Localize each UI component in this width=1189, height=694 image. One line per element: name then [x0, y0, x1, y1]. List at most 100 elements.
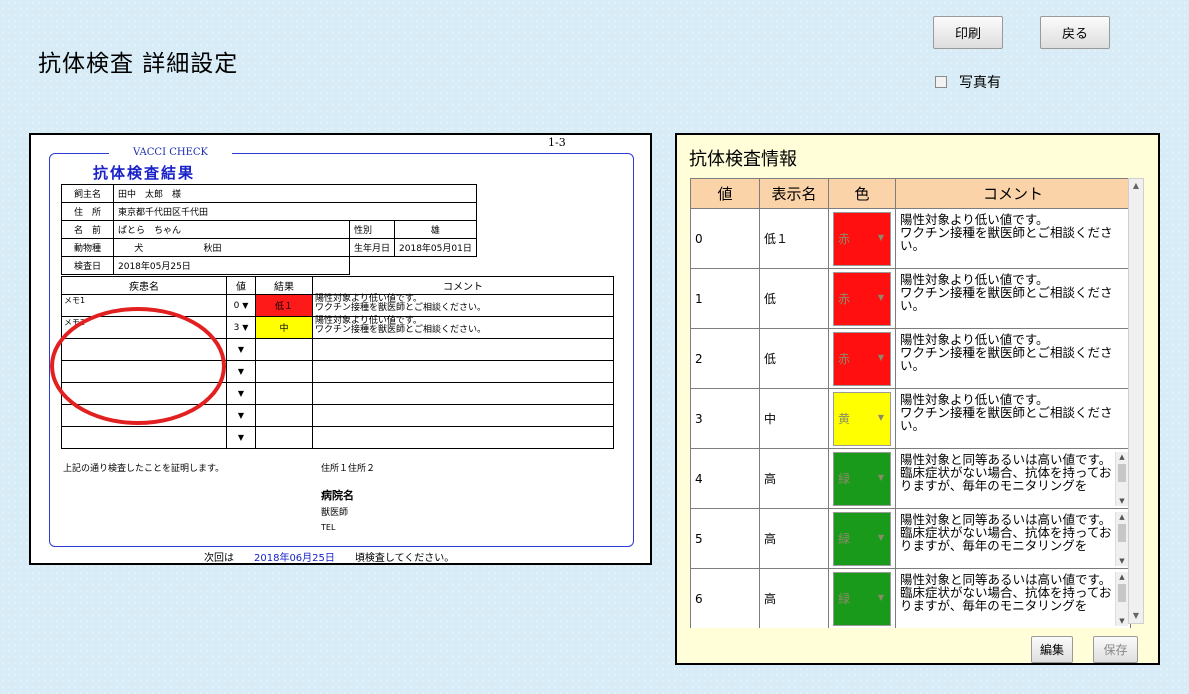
- exam-date-label: 検査日: [61, 256, 114, 275]
- color-cell: 緑 ▼: [828, 568, 896, 628]
- back-button[interactable]: 戻る: [1040, 16, 1110, 49]
- comment-text: 陽性対象と同等あるいは高い値です。 臨床症状がない場合、抗体を持っておりますが、…: [900, 511, 1112, 553]
- color-select[interactable]: 赤 ▼: [833, 271, 891, 326]
- hospital-name: 病院名: [321, 489, 354, 502]
- scroll-down-icon[interactable]: ▼: [1129, 609, 1143, 623]
- color-select[interactable]: 黄 ▼: [833, 391, 891, 446]
- result-text: 低１: [274, 302, 293, 312]
- value-select[interactable]: 3 ▼: [226, 316, 256, 339]
- scroll-thumb[interactable]: [1118, 523, 1126, 542]
- value-select[interactable]: ▼: [226, 382, 256, 405]
- info-row: 1 低赤 ▼ 陽性対象より低い値です。 ワクチン接種を獣医師とご相談ください。: [690, 268, 1131, 329]
- info-table-scrollbar[interactable]: ▲ ▼: [1128, 178, 1144, 624]
- value-cell[interactable]: 3: [690, 388, 760, 449]
- photo-label: 写真有: [959, 75, 1001, 91]
- comment-cell: [312, 382, 614, 405]
- value-cell[interactable]: 1: [690, 268, 760, 329]
- scroll-up-icon[interactable]: ▲: [1129, 179, 1143, 193]
- comment-cell: 陽性対象より低い値です。 ワクチン接種を獣医師とご相談ください。: [312, 294, 614, 317]
- scroll-thumb[interactable]: [1118, 583, 1126, 602]
- info-col-color: 色: [828, 178, 896, 209]
- result-cell: [255, 404, 313, 427]
- label-cell[interactable]: 高: [759, 508, 829, 569]
- scroll-down-icon[interactable]: ▼: [1116, 496, 1128, 506]
- comment-cell: 陽性対象より低い値です。 ワクチン接種を獣医師とご相談ください。: [895, 208, 1131, 269]
- comment-scrollbar[interactable]: ▲ ▼: [1115, 571, 1128, 626]
- comment-cell: 陽性対象と同等あるいは高い値です。 臨床症状がない場合、抗体を持っておりますが、…: [895, 448, 1131, 509]
- value-select[interactable]: ▼: [226, 338, 256, 361]
- save-button[interactable]: 保存: [1093, 636, 1138, 663]
- info-col-label: 表示名: [759, 178, 829, 209]
- label-cell[interactable]: 中: [759, 388, 829, 449]
- value-cell[interactable]: 6: [690, 568, 760, 628]
- comment-scrollbar[interactable]: ▲ ▼: [1115, 451, 1128, 506]
- color-select[interactable]: 緑 ▼: [833, 511, 891, 566]
- label-cell[interactable]: 低: [759, 328, 829, 389]
- result-cell: 中: [255, 316, 313, 339]
- label-cell[interactable]: 低: [759, 268, 829, 329]
- photo-checkbox-row[interactable]: 写真有: [935, 72, 1001, 92]
- comment-textarea[interactable]: 陽性対象と同等あるいは高い値です。 臨床症状がない場合、抗体を持っておりますが、…: [896, 450, 1130, 508]
- owner-label: 飼主名: [61, 184, 114, 203]
- tel-label: TEL: [321, 523, 336, 532]
- comment-text: 陽性対象より低い値です。 ワクチン接種を獣医師とご相談ください。: [900, 391, 1113, 433]
- pet-name-value: ぱとら ちゃん: [113, 220, 350, 239]
- scroll-up-icon[interactable]: ▲: [1116, 572, 1128, 582]
- color-select[interactable]: 緑 ▼: [833, 571, 891, 626]
- edit-button[interactable]: 編集: [1031, 636, 1073, 663]
- comment-cell: 陽性対象より低い値です。 ワクチン接種を獣医師とご相談ください。: [895, 328, 1131, 389]
- photo-checkbox[interactable]: [935, 76, 947, 88]
- label-cell[interactable]: 低１: [759, 208, 829, 269]
- value-cell[interactable]: 5: [690, 508, 760, 569]
- highlight-ellipse: [50, 307, 226, 425]
- value-select[interactable]: ▼: [226, 404, 256, 427]
- comment-text: 陽性対象より低い値です。 ワクチン接種を獣医師とご相談ください。: [900, 211, 1113, 253]
- color-select[interactable]: 赤 ▼: [833, 331, 891, 386]
- info-col-value: 値: [690, 178, 760, 209]
- comment-textarea[interactable]: 陽性対象より低い値です。 ワクチン接種を獣医師とご相談ください。: [896, 270, 1130, 328]
- color-select[interactable]: 緑 ▼: [833, 451, 891, 506]
- dropdown-icon: ▼: [242, 300, 249, 310]
- antibody-info-panel: 抗体検査情報 値 表示名 色 コメント 0 低１ 赤 ▼ 陽性対象より低い値です。 ワク…: [675, 133, 1160, 665]
- scroll-up-icon[interactable]: ▲: [1116, 452, 1128, 462]
- comment-line-2: ワクチン接種を獣医師とご相談ください。: [315, 325, 487, 335]
- scroll-thumb[interactable]: [1118, 463, 1126, 482]
- comment-textarea[interactable]: 陽性対象より低い値です。 ワクチン接種を獣医師とご相談ください。: [896, 210, 1130, 268]
- value-select[interactable]: 0 ▼: [226, 294, 256, 317]
- comment-textarea[interactable]: 陽性対象と同等あるいは高い値です。 臨床症状がない場合、抗体を持っておりますが、…: [896, 510, 1130, 568]
- dropdown-icon: ▼: [237, 432, 245, 442]
- comment-scrollbar[interactable]: ▲ ▼: [1115, 511, 1128, 566]
- value-select[interactable]: ▼: [226, 426, 256, 449]
- info-table-scroll[interactable]: 値 表示名 色 コメント 0 低１ 赤 ▼ 陽性対象より低い値です。 ワクチン接種を獣医…: [690, 178, 1131, 628]
- color-select[interactable]: 赤 ▼: [833, 211, 891, 266]
- disease-cell[interactable]: [61, 426, 227, 449]
- scroll-up-icon[interactable]: ▲: [1116, 512, 1128, 522]
- comment-textarea[interactable]: 陽性対象より低い値です。 ワクチン接種を獣医師とご相談ください。: [896, 390, 1130, 448]
- dropdown-icon: ▼: [237, 344, 245, 354]
- comment-cell: [312, 360, 614, 383]
- info-row: 0 低１ 赤 ▼ 陽性対象より低い値です。 ワクチン接種を獣医師とご相談ください。: [690, 208, 1131, 269]
- scroll-down-icon[interactable]: ▼: [1116, 616, 1128, 626]
- value-select[interactable]: ▼: [226, 360, 256, 383]
- comment-textarea[interactable]: 陽性対象より低い値です。 ワクチン接種を獣医師とご相談ください。: [896, 330, 1130, 388]
- certificate-title: 抗体検査結果: [93, 164, 196, 182]
- color-name: 緑: [838, 592, 851, 606]
- comment-textarea[interactable]: 陽性対象と同等あるいは高い値です。 臨床症状がない場合、抗体を持っておりますが、…: [896, 570, 1130, 628]
- label-cell[interactable]: 高: [759, 448, 829, 509]
- color-cell: 赤 ▼: [828, 328, 896, 389]
- dropdown-icon: ▼: [237, 388, 245, 398]
- result-cell: [255, 426, 313, 449]
- color-name: 赤: [838, 292, 851, 306]
- value-cell[interactable]: 2: [690, 328, 760, 389]
- comment-text: 陽性対象と同等あるいは高い値です。 臨床症状がない場合、抗体を持っておりますが、…: [900, 451, 1112, 493]
- sex-label: 性別: [348, 220, 396, 239]
- scroll-down-icon[interactable]: ▼: [1116, 556, 1128, 566]
- info-row: 2 低赤 ▼ 陽性対象より低い値です。 ワクチン接種を獣医師とご相談ください。: [690, 328, 1131, 389]
- col-disease: 疾患名: [61, 276, 227, 295]
- breed-value: 秋田: [163, 238, 350, 257]
- value-cell[interactable]: 4: [690, 448, 760, 509]
- label-cell[interactable]: 高: [759, 568, 829, 628]
- value-cell[interactable]: 0: [690, 208, 760, 269]
- print-button[interactable]: 印刷: [933, 16, 1003, 49]
- dropdown-icon: ▼: [877, 472, 884, 482]
